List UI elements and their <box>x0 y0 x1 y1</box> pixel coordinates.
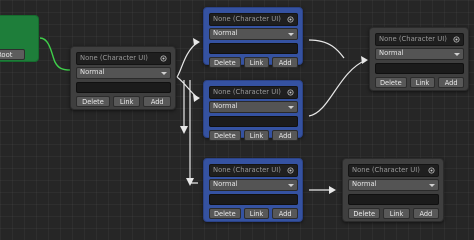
arrowhead-n5 <box>361 56 368 64</box>
add-button[interactable]: Add <box>412 208 440 219</box>
wire-root-to-n1 <box>39 37 71 71</box>
chevron-down-icon <box>429 183 435 187</box>
add-button[interactable]: Add <box>272 208 298 219</box>
dialogue-node-4[interactable]: None (Character UI) Normal Delete Link A… <box>203 158 303 222</box>
link-button[interactable]: Link <box>409 77 436 88</box>
text-field[interactable] <box>375 63 464 74</box>
object-picker-icon[interactable] <box>160 54 167 62</box>
state-dropdown[interactable]: Normal <box>209 101 298 113</box>
state-dropdown-value: Normal <box>80 68 105 76</box>
link-button[interactable]: Link <box>383 208 410 219</box>
chevron-down-icon <box>161 71 167 75</box>
link-button[interactable]: Link <box>112 96 141 107</box>
character-ui-field-value: None (Character UI) <box>213 166 281 174</box>
delete-button[interactable]: Delete <box>76 96 110 107</box>
link-button[interactable]: Link <box>243 57 270 68</box>
dialogue-node-3[interactable]: None (Character UI) Normal Delete Link A… <box>203 80 303 141</box>
chevron-down-icon <box>454 52 460 56</box>
dialogue-node-2[interactable]: None (Character UI) Normal Delete Link A… <box>203 7 303 68</box>
state-dropdown-value: Normal <box>213 102 238 110</box>
text-field[interactable] <box>76 82 171 93</box>
wire-n4-down <box>189 80 198 184</box>
state-dropdown-value: Normal <box>213 29 238 37</box>
wire-n2-to-n5 <box>308 39 345 59</box>
state-dropdown-value: Normal <box>379 49 404 57</box>
state-dropdown[interactable]: Normal <box>375 48 464 60</box>
state-dropdown-value: Normal <box>213 180 238 188</box>
delete-button[interactable]: Delete <box>375 77 407 88</box>
character-ui-field[interactable]: None (Character UI) <box>209 86 298 99</box>
character-ui-field[interactable]: None (Character UI) <box>209 164 298 177</box>
text-field[interactable] <box>209 194 298 205</box>
text-field[interactable] <box>209 116 298 127</box>
state-dropdown[interactable]: Normal <box>76 67 171 79</box>
character-ui-field-value: None (Character UI) <box>352 166 420 174</box>
character-ui-field-value: None (Character UI) <box>213 88 281 96</box>
root-label[interactable]: Root <box>0 49 25 60</box>
arrowhead-n6 <box>329 186 336 194</box>
character-ui-field[interactable]: None (Character UI) <box>209 13 298 26</box>
state-dropdown[interactable]: Normal <box>348 179 439 191</box>
state-dropdown[interactable]: Normal <box>209 179 298 191</box>
chevron-down-icon <box>288 32 294 36</box>
link-button[interactable]: Link <box>243 130 270 141</box>
chevron-down-icon <box>288 105 294 109</box>
state-dropdown-value: Normal <box>352 180 377 188</box>
add-button[interactable]: Add <box>272 57 298 68</box>
text-field[interactable] <box>348 194 439 205</box>
delete-button[interactable]: Delete <box>209 57 241 68</box>
character-ui-field-value: None (Character UI) <box>213 15 281 23</box>
delete-button[interactable]: Delete <box>348 208 381 219</box>
arrowhead-n3 <box>193 94 200 102</box>
character-ui-field[interactable]: None (Character UI) <box>76 52 171 65</box>
wire-n1-to-n2 <box>176 41 199 78</box>
wire-n3-to-n5 <box>308 59 367 117</box>
delete-button[interactable]: Delete <box>209 208 241 219</box>
wire-n1-to-n3 <box>176 76 199 99</box>
node-graph-canvas[interactable]: Root None (Character UI) Normal Delete L… <box>0 0 474 237</box>
object-picker-icon[interactable] <box>287 88 294 96</box>
arrowhead-down-2 <box>186 178 194 186</box>
object-picker-icon[interactable] <box>287 15 294 23</box>
root-node[interactable]: Root <box>0 15 39 62</box>
dialogue-node-5[interactable]: None (Character UI) Normal Delete Link A… <box>369 27 469 91</box>
add-button[interactable]: Add <box>143 96 171 107</box>
text-field[interactable] <box>209 43 298 54</box>
link-button[interactable]: Link <box>243 208 270 219</box>
arrowhead-n2 <box>193 38 200 46</box>
state-dropdown[interactable]: Normal <box>209 28 298 40</box>
object-picker-icon[interactable] <box>428 166 435 174</box>
object-picker-icon[interactable] <box>287 166 294 174</box>
dialogue-node-1[interactable]: None (Character UI) Normal Delete Link A… <box>70 46 176 110</box>
arrowhead-down-1 <box>180 126 188 134</box>
add-button[interactable]: Add <box>438 77 464 88</box>
chevron-down-icon <box>288 183 294 187</box>
character-ui-field-value: None (Character UI) <box>80 54 148 62</box>
dialogue-node-6[interactable]: None (Character UI) Normal Delete Link A… <box>342 158 444 222</box>
character-ui-field[interactable]: None (Character UI) <box>348 164 439 177</box>
add-button[interactable]: Add <box>272 130 298 141</box>
delete-button[interactable]: Delete <box>209 130 241 141</box>
object-picker-icon[interactable] <box>453 35 460 43</box>
character-ui-field-value: None (Character UI) <box>379 35 447 43</box>
character-ui-field[interactable]: None (Character UI) <box>375 33 464 46</box>
